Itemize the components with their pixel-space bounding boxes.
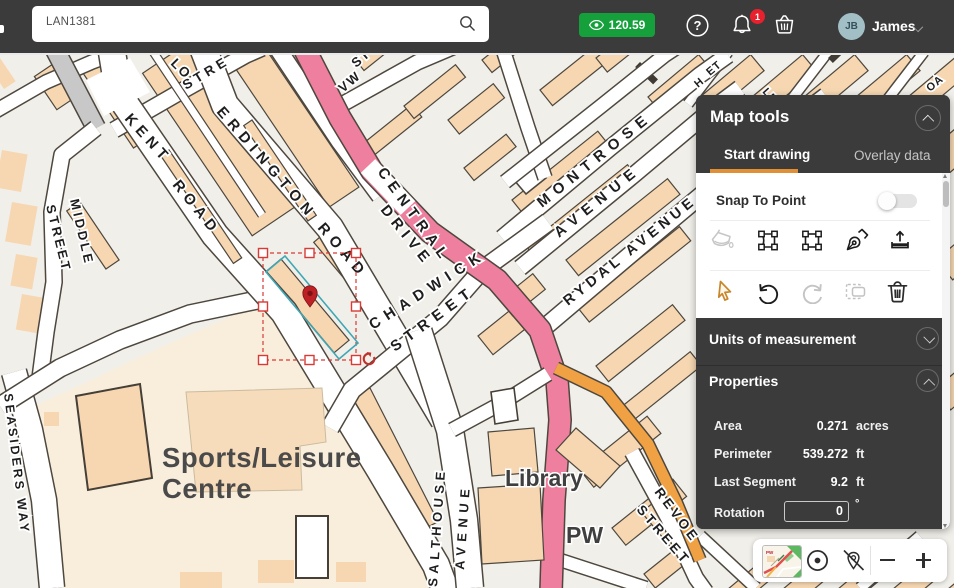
svg-text:Centre: Centre: [162, 473, 252, 504]
svg-text:PW: PW: [566, 522, 603, 548]
svg-text:PW: PW: [766, 550, 774, 555]
svg-text:Sports/Leisure: Sports/Leisure: [162, 442, 362, 473]
svg-text:?: ?: [694, 18, 702, 33]
svg-text:Library: Library: [505, 465, 583, 491]
